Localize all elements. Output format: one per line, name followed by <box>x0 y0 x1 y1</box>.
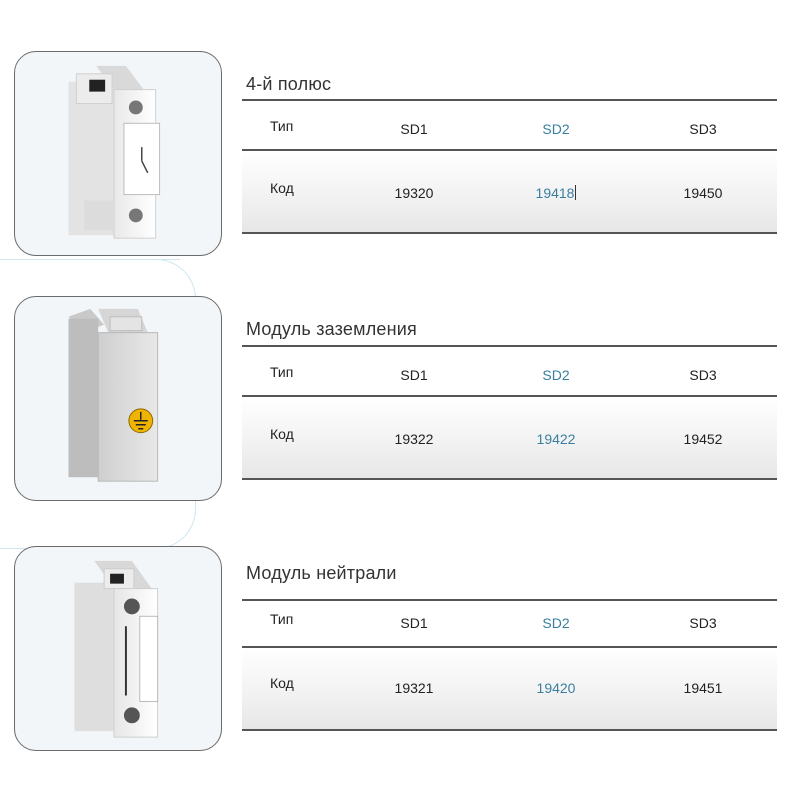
code-sd2: 19420 <box>536 680 576 696</box>
text-cursor <box>575 185 577 200</box>
ground-module-icon <box>68 308 159 482</box>
top-rule <box>242 99 777 101</box>
type-row-label: Тип <box>270 364 294 380</box>
code-row-label: Код <box>270 180 294 196</box>
code-sd2[interactable]: 19418 <box>511 185 601 201</box>
product-photo-ground-module <box>14 296 222 501</box>
type-sd1: SD1 <box>400 615 428 631</box>
type-sd3: SD3 <box>689 121 717 137</box>
code-sd2: 19422 <box>536 431 576 447</box>
type-sd1: SD1 <box>400 367 428 383</box>
code-sd1: 19322 <box>394 431 434 447</box>
type-sd3: SD3 <box>689 367 717 383</box>
code-sd1: 19321 <box>394 680 434 696</box>
code-sd1: 19320 <box>394 185 434 201</box>
bottom-rule <box>242 232 777 234</box>
type-sd2: SD2 <box>542 615 570 631</box>
neutral-module-icon <box>74 560 159 738</box>
code-sd3: 19450 <box>683 185 723 201</box>
type-sd2: SD2 <box>542 121 570 137</box>
top-rule <box>242 599 777 601</box>
type-sd2: SD2 <box>542 367 570 383</box>
type-row-label: Тип <box>270 611 294 627</box>
bottom-rule <box>242 729 777 731</box>
type-row-label: Тип <box>270 118 294 134</box>
section-title: Модуль заземления <box>246 319 417 339</box>
section-title: Модуль нейтрали <box>246 563 397 583</box>
switch-module-pole-icon <box>68 65 161 239</box>
product-photo-neutral-module <box>14 546 222 751</box>
code-sd3: 19452 <box>683 431 723 447</box>
top-rule <box>242 345 777 347</box>
type-sd1: SD1 <box>400 121 428 137</box>
section-title: 4-й полюс <box>246 74 332 94</box>
product-photo-4th-pole <box>14 51 222 256</box>
code-sd2-value: 19418 <box>535 185 575 201</box>
code-sd3: 19451 <box>683 680 723 696</box>
type-sd3: SD3 <box>689 615 717 631</box>
bottom-rule <box>242 478 777 480</box>
code-row-label: Код <box>270 675 294 691</box>
code-row-label: Код <box>270 426 294 442</box>
